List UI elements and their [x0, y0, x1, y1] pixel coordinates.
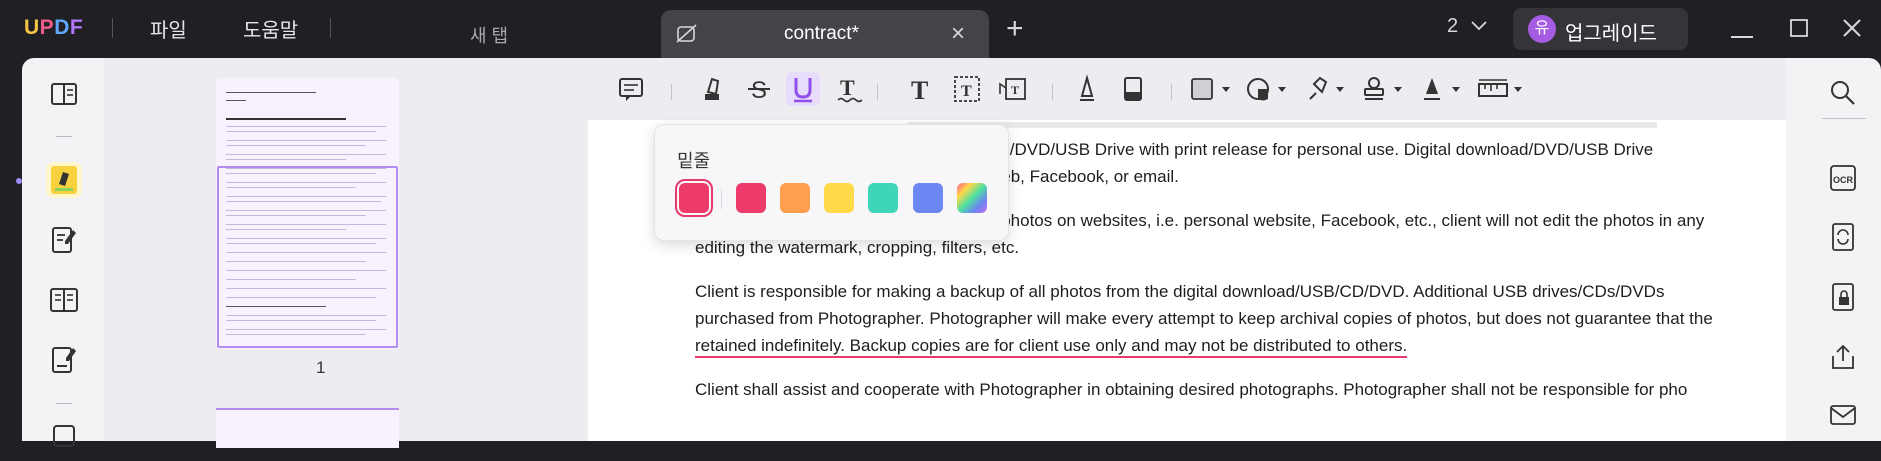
share-icon[interactable]	[1828, 342, 1858, 372]
more-tools-icon[interactable]	[46, 420, 82, 456]
tab-new[interactable]: 새 탭	[470, 22, 508, 48]
page-number-label: 1	[316, 358, 326, 377]
pin-dropdown-icon[interactable]	[1300, 72, 1350, 106]
svg-text:S: S	[751, 77, 767, 104]
tab-title: contract*	[784, 23, 859, 44]
underlined-text[interactable]: retained indefinitely. Backup copies are…	[695, 336, 1408, 358]
window-count: 2	[1447, 15, 1459, 37]
stamp-shape-dropdown-icon[interactable]	[1242, 72, 1292, 106]
svg-text:T: T	[961, 83, 972, 100]
color-picker-rainbow[interactable]	[957, 183, 987, 213]
comment-highlighter-icon[interactable]	[46, 162, 82, 198]
right-toolbar: OCR	[1786, 58, 1881, 441]
text-line: Client is responsible for making a backu…	[695, 282, 1665, 301]
divider	[112, 18, 113, 38]
divider	[330, 18, 331, 38]
text-comment-icon[interactable]: T	[904, 72, 938, 106]
eraser-icon[interactable]	[1116, 72, 1150, 106]
divider	[1171, 84, 1172, 100]
underline-color-popup: 밑줄	[654, 124, 1009, 241]
title-bar: UPDF 파일 도움말 새 탭 contract* × + 2 유 업그레이드	[0, 0, 1881, 58]
fill-sign-icon[interactable]	[46, 342, 82, 378]
close-window-icon[interactable]	[1842, 18, 1862, 43]
stamp-dropdown-icon[interactable]	[1358, 72, 1408, 106]
divider	[56, 403, 72, 404]
viewport-frame[interactable]	[217, 166, 398, 348]
text-box-icon[interactable]: T	[950, 72, 984, 106]
window-count-dropdown[interactable]: 2	[1447, 15, 1488, 38]
avatar: 유	[1528, 15, 1556, 43]
popup-title: 밑줄	[677, 151, 711, 171]
text-line: purchased from Photographer. Photographe…	[695, 309, 1713, 328]
ocr-icon[interactable]: OCR	[1828, 163, 1858, 193]
add-tab-icon[interactable]: +	[1006, 12, 1024, 46]
updf-logo: UPDF	[24, 16, 84, 39]
shape-dropdown-icon[interactable]	[1186, 72, 1236, 106]
color-swatch-yellow[interactable]	[824, 183, 854, 213]
text-line: Client shall assist and cooperate with P…	[695, 380, 1688, 399]
svg-text:OCR: OCR	[1833, 175, 1854, 185]
svg-text:T: T	[840, 75, 855, 100]
upgrade-button[interactable]: 유 업그레이드	[1513, 8, 1688, 50]
reader-icon[interactable]	[46, 76, 82, 112]
convert-icon[interactable]	[1828, 222, 1858, 252]
page-thumbnail-2[interactable]	[216, 408, 399, 448]
page-edge	[907, 122, 1657, 128]
protect-icon[interactable]	[1828, 282, 1858, 312]
close-tab-icon[interactable]: ×	[951, 20, 965, 48]
divider	[1052, 84, 1053, 100]
document-eye-off-icon	[675, 22, 699, 51]
menu-file[interactable]: 파일	[150, 14, 187, 43]
edit-pdf-icon[interactable]	[46, 222, 82, 258]
text-line: download/DVD/USB Drive with print releas…	[937, 140, 1654, 159]
color-swatch-red[interactable]	[675, 179, 713, 217]
document-area: S T T T T download/DVD/USB Drive with pr…	[486, 58, 1786, 441]
svg-text:T: T	[911, 76, 928, 105]
organize-pages-icon[interactable]	[46, 282, 82, 318]
color-swatch-pink[interactable]	[736, 183, 766, 213]
strikethrough-icon[interactable]: S	[742, 72, 776, 106]
divider	[877, 84, 878, 100]
pencil-icon[interactable]	[1070, 72, 1104, 106]
chevron-down-icon	[1471, 21, 1487, 31]
text-callout-icon[interactable]: T	[996, 72, 1030, 106]
maximize-icon[interactable]	[1790, 19, 1808, 42]
email-icon[interactable]	[1828, 400, 1858, 430]
divider	[56, 136, 72, 137]
search-icon[interactable]	[1828, 78, 1858, 108]
squiggly-icon[interactable]: T	[832, 72, 866, 106]
comment-toolbar: S T T T T	[486, 58, 1786, 118]
left-toolbar	[22, 58, 104, 447]
svg-text:T: T	[1011, 83, 1019, 97]
tab-contract[interactable]: contract* ×	[661, 10, 989, 58]
color-swatch-blue[interactable]	[913, 183, 943, 213]
underline-icon[interactable]	[786, 72, 820, 106]
divider	[721, 189, 722, 209]
divider	[1822, 118, 1866, 119]
menu-help[interactable]: 도움말	[243, 14, 298, 43]
highlight-icon[interactable]	[696, 72, 730, 106]
upgrade-label: 업그레이드	[1565, 23, 1657, 45]
divider	[671, 84, 672, 100]
color-swatch-teal[interactable]	[868, 183, 898, 213]
thumbnail-panel: 1	[104, 58, 486, 448]
sticky-note-icon[interactable]	[614, 72, 648, 106]
minimize-icon[interactable]	[1731, 26, 1753, 44]
measure-dropdown-icon[interactable]	[1474, 72, 1530, 106]
signature-dropdown-icon[interactable]	[1416, 72, 1466, 106]
color-swatch-orange[interactable]	[780, 183, 810, 213]
